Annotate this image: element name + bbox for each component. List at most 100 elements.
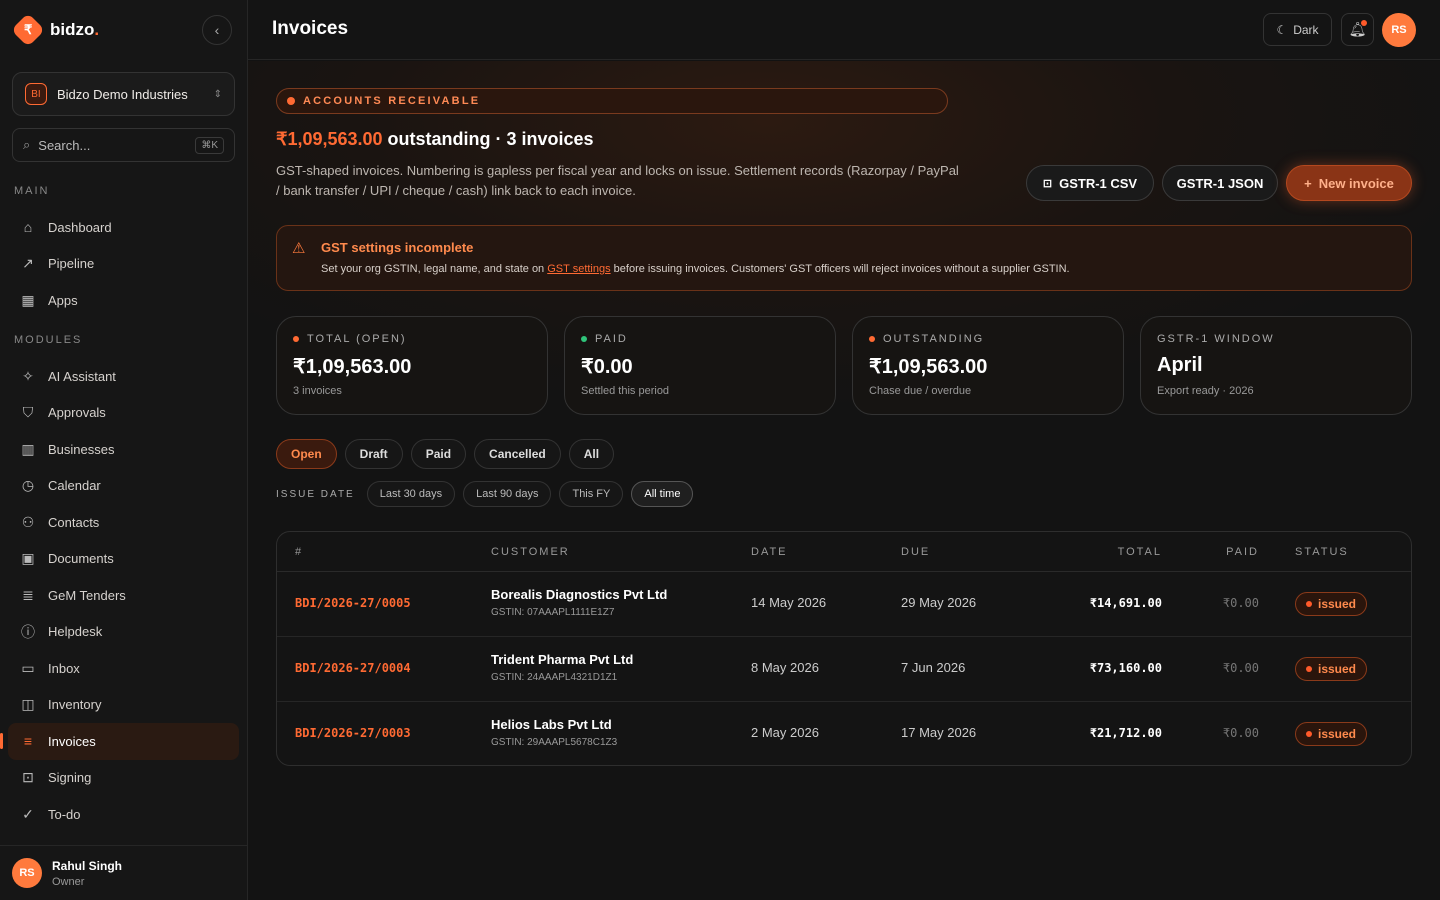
customer-cell: Helios Labs Pvt Ltd GSTIN: 29AAAPL5678C1Z…	[491, 717, 617, 748]
invoice-paid: ₹0.00	[1222, 661, 1259, 675]
invoice-number-link[interactable]: BDI/2026-27/0005	[295, 596, 411, 610]
invoice-number-link[interactable]: BDI/2026-27/0003	[295, 726, 411, 740]
grid-icon: ▦	[21, 291, 35, 308]
stat-card: TOTAL (OPEN) ₹1,09,563.00 3 invoices	[276, 316, 548, 415]
invoice-paid: ₹0.00	[1222, 596, 1259, 610]
stat-card: GSTR-1 WINDOW April Export ready · 2026	[1140, 316, 1412, 415]
inbox-icon: ▭	[21, 659, 35, 676]
sidebar-item-inbox[interactable]: ▭ Inbox	[8, 650, 239, 687]
filter-chip-all[interactable]: All	[568, 439, 615, 469]
alert-text-before: Set your org GSTIN, legal name, and stat…	[321, 263, 548, 275]
invoice-total: ₹73,160.00	[1089, 661, 1162, 675]
sidebar-item-inventory[interactable]: ◫ Inventory	[8, 687, 239, 724]
col-status: STATUS	[1295, 546, 1349, 558]
sidebar-item-documents[interactable]: ▣ Documents	[8, 541, 239, 578]
sidebar-item-pipeline[interactable]: ↗ Pipeline	[8, 246, 239, 283]
sidebar-item-calendar[interactable]: ◷ Calendar	[8, 468, 239, 505]
invoice-paid: ₹0.00	[1222, 726, 1259, 740]
list-icon: ≣	[22, 586, 34, 603]
sidebar-item-approvals[interactable]: ⛉ Approvals	[8, 395, 239, 432]
gstr1-json-button[interactable]: GSTR-1 JSON	[1162, 165, 1278, 201]
table-row[interactable]: BDI/2026-27/0003 Helios Labs Pvt Ltd GSTIN…	[277, 702, 1411, 765]
collapse-sidebar-button[interactable]: ‹	[202, 15, 232, 45]
eyebrow-text: ACCOUNTS RECEIVABLE	[303, 95, 481, 107]
date-chip-all-time[interactable]: All time	[631, 481, 694, 507]
signature-icon: ⊡	[22, 769, 34, 786]
search-input[interactable]: Search...	[38, 138, 187, 153]
alert-text-after: before issuing invoices. Customers' GST …	[610, 263, 1070, 275]
new-invoice-button[interactable]: + New invoice	[1286, 165, 1412, 201]
headline-rest: outstanding · 3 invoices	[382, 129, 594, 149]
clock-icon: ◷	[21, 477, 35, 494]
document-icon: ▣	[21, 550, 35, 567]
sidebar-item-businesses[interactable]: ▥ Businesses	[8, 431, 239, 468]
sidebar-item-contacts[interactable]: ⚇ Contacts	[8, 504, 239, 541]
table-row[interactable]: BDI/2026-27/0004 Trident Pharma Pvt Ltd GS…	[277, 637, 1411, 702]
status-dot	[1306, 731, 1312, 737]
shortcut-hint: ⌘K	[195, 136, 224, 154]
sidebar-item-apps[interactable]: ▦ Apps	[8, 282, 239, 319]
stat-card: OUTSTANDING ₹1,09,563.00 Chase due / overd…	[852, 316, 1124, 415]
gstr1-csv-button[interactable]: ⊡ GSTR-1 CSV	[1026, 165, 1154, 201]
theme-toggle-button[interactable]: ☾ Dark	[1263, 13, 1332, 46]
filter-chip-cancelled[interactable]: Cancelled	[474, 439, 561, 469]
stat-label: TOTAL (OPEN)	[293, 333, 407, 345]
export-icon: ⊡	[1042, 177, 1053, 190]
new-invoice-label: New invoice	[1318, 175, 1394, 191]
shield-check-icon: ⛉	[22, 404, 34, 421]
stat-label: OUTSTANDING	[869, 333, 984, 345]
date-chip-last-90-days[interactable]: Last 90 days	[463, 481, 552, 507]
avatar: RS	[12, 858, 42, 888]
col-due: DUE	[901, 546, 931, 558]
status-dot	[581, 336, 587, 342]
sidebar-item-dashboard[interactable]: ⌂ Dashboard	[8, 209, 239, 246]
user-profile[interactable]: RS Rahul Singh Owner	[0, 845, 247, 900]
date-chip-this-fy[interactable]: This FY	[559, 481, 624, 507]
sidebar-item-to-do[interactable]: ✓ To-do	[8, 796, 239, 833]
filter-chip-draft[interactable]: Draft	[344, 439, 403, 469]
invoice-total: ₹14,691.00	[1089, 596, 1162, 610]
chevron-updown-icon: ⇕	[213, 88, 222, 100]
stat-card: PAID ₹0.00 Settled this period	[564, 316, 836, 415]
main-nav: ⌂ Dashboard ↗ Pipeline ▦ Apps	[8, 209, 239, 319]
filter-chip-paid[interactable]: Paid	[410, 439, 467, 469]
sidebar-item-label: Calendar	[48, 478, 101, 494]
org-switcher[interactable]: BI Bidzo Demo Industries ⇕	[12, 72, 235, 116]
brand[interactable]: ₹ bidzo.	[11, 13, 99, 47]
customer-gstin: GSTIN: 29AAAPL5678C1Z3	[491, 737, 618, 748]
status-label: issued	[1318, 727, 1357, 741]
invoice-number-link[interactable]: BDI/2026-27/0004	[295, 661, 411, 675]
headline: ₹1,09,563.00 outstanding · 3 invoices	[276, 129, 594, 150]
stat-label-text: PAID	[595, 333, 628, 345]
sidebar-item-gem-tenders[interactable]: ≣ GeM Tenders	[8, 577, 239, 614]
sparkle-icon: ✧	[22, 367, 34, 384]
search-bar[interactable]: ⌕ Search... ⌘K	[12, 128, 235, 162]
gstr1-json-label: GSTR-1 JSON	[1176, 175, 1264, 191]
filter-chip-open[interactable]: Open	[276, 439, 337, 469]
header-avatar[interactable]: RS	[1382, 13, 1416, 47]
status-label: issued	[1318, 662, 1357, 676]
sidebar-item-helpdesk[interactable]: ⓘ Helpdesk	[8, 614, 239, 651]
table-row[interactable]: BDI/2026-27/0005 Borealis Diagnostics Pvt…	[277, 572, 1411, 637]
page-title: Invoices	[272, 18, 349, 39]
page-description: GST-shaped invoices. Numbering is gaples…	[276, 163, 959, 198]
notification-dot	[1361, 20, 1367, 26]
sidebar-item-label: Apps	[48, 292, 78, 308]
gst-settings-link[interactable]: GST settings	[547, 263, 610, 275]
stat-value: ₹0.00	[581, 356, 633, 378]
sidebar-item-ai-assistant[interactable]: ✧ AI Assistant	[8, 358, 239, 395]
stat-subtext: Settled this period	[581, 385, 670, 397]
sidebar-item-label: Pipeline	[48, 256, 95, 272]
due-date: 7 Jun 2026	[901, 660, 966, 675]
date-chip-last-30-days[interactable]: Last 30 days	[366, 481, 456, 507]
trending-icon: ↗	[22, 255, 34, 272]
issue-date: 2 May 2026	[751, 725, 819, 740]
gstr1-csv-label: GSTR-1 CSV	[1059, 175, 1138, 191]
customer-name: Helios Labs Pvt Ltd	[491, 717, 612, 732]
sidebar: ₹ bidzo. ‹ BI Bidzo Demo Industries ⇕ ⌕ …	[0, 0, 248, 900]
customer-name: Borealis Diagnostics Pvt Ltd	[491, 587, 668, 602]
notifications-button[interactable]: 🔔︎	[1341, 13, 1374, 46]
alert-body: Set your org GSTIN, legal name, and stat…	[321, 263, 1070, 275]
sidebar-item-signing[interactable]: ⊡ Signing	[8, 760, 239, 797]
sidebar-item-invoices[interactable]: ≡ Invoices	[0, 723, 239, 760]
